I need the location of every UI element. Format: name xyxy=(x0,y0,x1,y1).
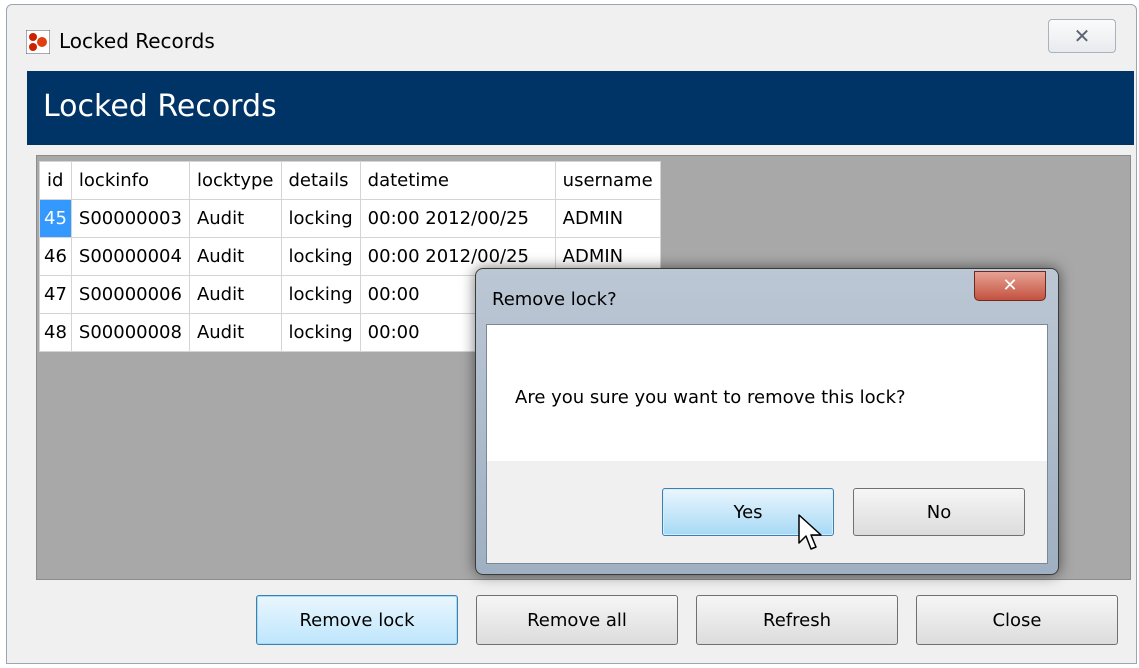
app-icon xyxy=(26,30,50,54)
dialog-message-area: Are you sure you want to remove this loc… xyxy=(487,325,1047,461)
page-title: Locked Records xyxy=(43,89,277,124)
no-button[interactable]: No xyxy=(853,488,1025,536)
column-header-datetime[interactable]: datetime xyxy=(359,161,556,200)
close-button[interactable]: Close xyxy=(916,595,1118,645)
title-bar: Locked Records ✕ xyxy=(7,5,1136,71)
column-header-locktype[interactable]: locktype xyxy=(188,161,282,200)
table-cell-lockinfo[interactable]: S00000006 xyxy=(70,275,190,314)
table-cell-id[interactable]: 46 xyxy=(39,237,72,276)
window-close-icon: ✕ xyxy=(1073,24,1091,48)
table-cell-locktype[interactable]: Audit xyxy=(188,199,282,238)
confirm-dialog: Remove lock? ✕ Are you sure you want to … xyxy=(475,268,1059,575)
dialog-title: Remove lock? xyxy=(492,289,617,310)
header-band: Locked Records xyxy=(27,71,1134,145)
window-title: Locked Records xyxy=(59,29,215,53)
table-cell-details[interactable]: locking xyxy=(280,313,361,352)
refresh-button[interactable]: Refresh xyxy=(696,595,898,645)
column-header-lockinfo[interactable]: lockinfo xyxy=(70,161,190,200)
dialog-message: Are you sure you want to remove this loc… xyxy=(515,387,906,408)
table-cell-locktype[interactable]: Audit xyxy=(188,275,282,314)
table-cell-details[interactable]: locking xyxy=(280,199,361,238)
remove-all-button[interactable]: Remove all xyxy=(476,595,678,645)
remove-lock-button[interactable]: Remove lock xyxy=(256,595,458,645)
window-close-button[interactable]: ✕ xyxy=(1048,19,1116,53)
column-header-username[interactable]: username xyxy=(554,161,661,200)
table-cell-id[interactable]: 47 xyxy=(39,275,72,314)
table-cell-username[interactable]: ADMIN xyxy=(554,199,661,238)
table-cell-locktype[interactable]: Audit xyxy=(188,313,282,352)
table-row[interactable]: 45 S00000003 Audit locking 00:00 2012/00… xyxy=(39,199,661,238)
table-cell-lockinfo[interactable]: S00000003 xyxy=(70,199,190,238)
dialog-close-button[interactable]: ✕ xyxy=(974,271,1046,301)
column-header-details[interactable]: details xyxy=(280,161,361,200)
dialog-close-icon: ✕ xyxy=(1002,275,1018,296)
table-cell-details[interactable]: locking xyxy=(280,237,361,276)
column-header-id[interactable]: id xyxy=(39,161,72,200)
table-cell-id[interactable]: 45 xyxy=(39,199,72,238)
table-cell-id[interactable]: 48 xyxy=(39,313,72,352)
mouse-cursor-icon xyxy=(798,514,822,550)
table-cell-locktype[interactable]: Audit xyxy=(188,237,282,276)
table-cell-details[interactable]: locking xyxy=(280,275,361,314)
table-cell-lockinfo[interactable]: S00000008 xyxy=(70,313,190,352)
table-cell-datetime[interactable]: 00:00 2012/00/25 xyxy=(359,199,556,238)
dialog-body: Are you sure you want to remove this loc… xyxy=(486,324,1048,564)
table-header-row: id lockinfo locktype details datetime us… xyxy=(39,161,661,200)
table-cell-lockinfo[interactable]: S00000004 xyxy=(70,237,190,276)
